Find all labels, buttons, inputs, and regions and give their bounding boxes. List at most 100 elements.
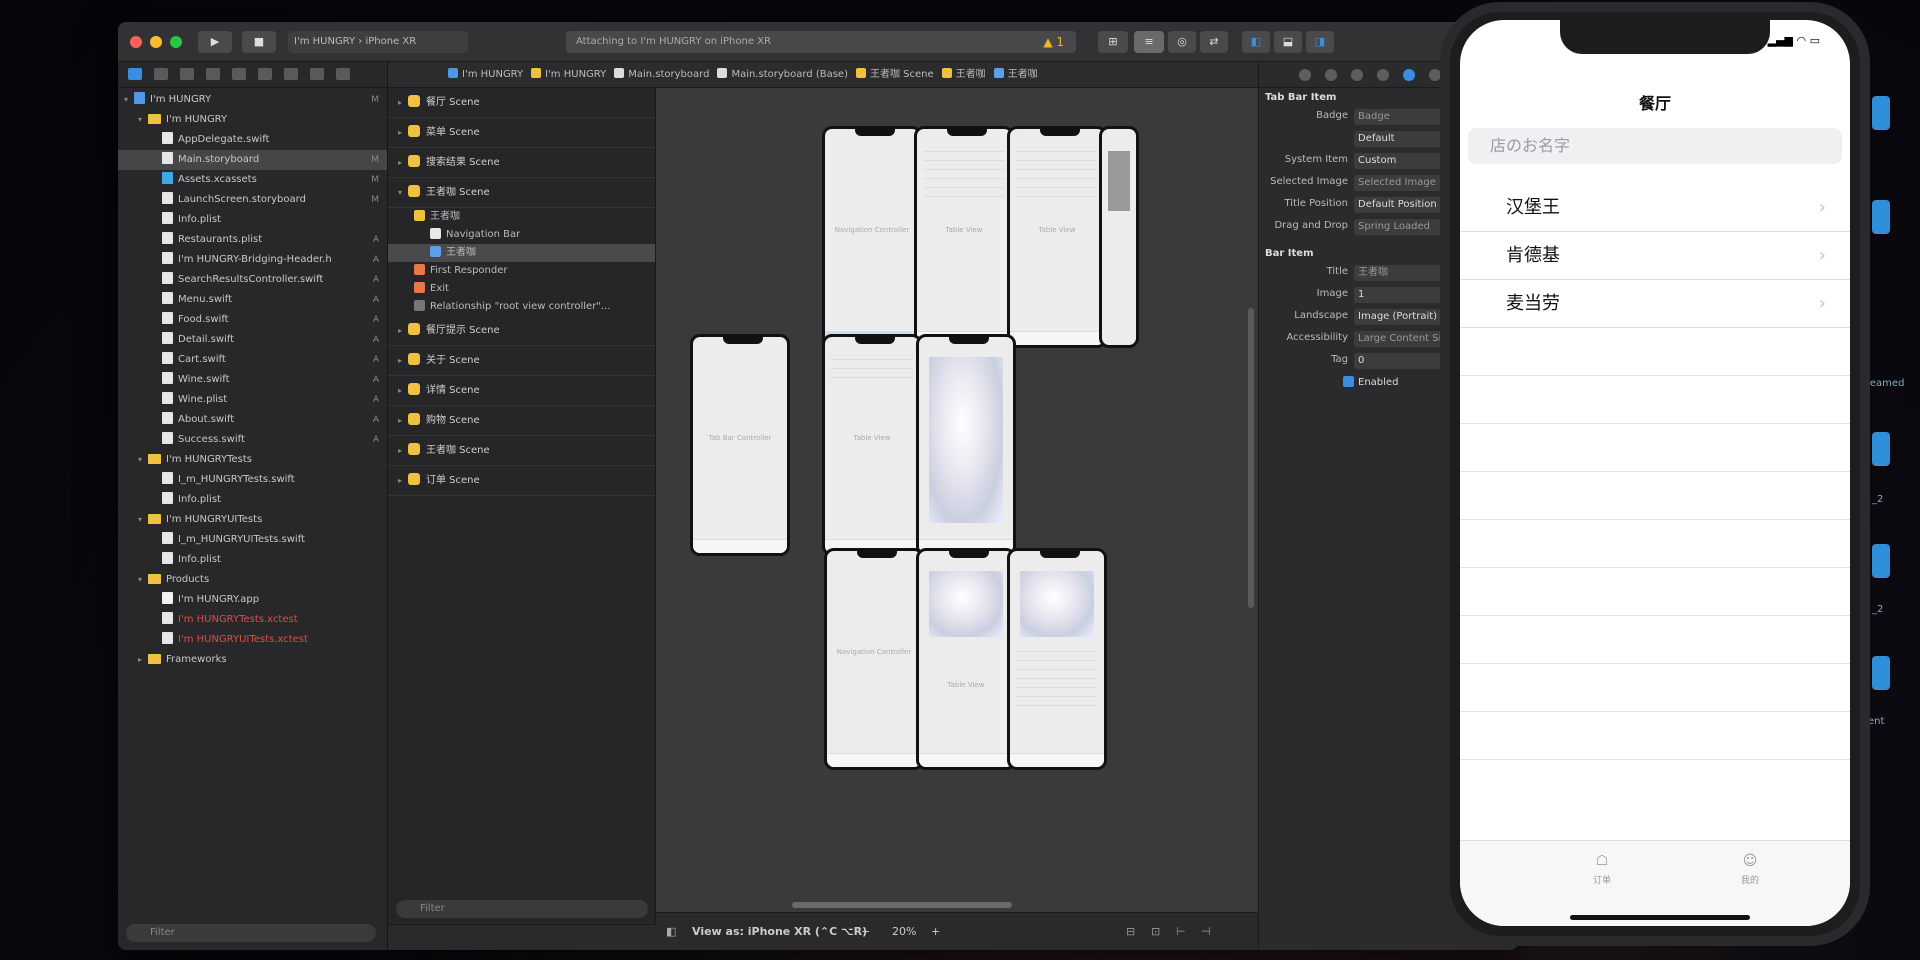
enabled-checkbox[interactable] — [1343, 376, 1354, 387]
scene-item[interactable]: ▸ 购物 Scene — [388, 406, 655, 436]
toggle-inspector-button[interactable]: ◨ — [1306, 31, 1334, 53]
about-scene[interactable] — [916, 334, 1016, 556]
restaurant-scene[interactable]: Table View — [822, 334, 922, 556]
close-window-button[interactable] — [130, 36, 142, 48]
breadcrumb-item[interactable]: 王者咖 — [993, 62, 1038, 87]
breadcrumb-item[interactable]: I'm HUNGRY — [448, 62, 523, 87]
file-tree-item[interactable]: I'm HUNGRY.app — [118, 590, 387, 610]
tab-orders[interactable]: ☖ 订单 — [1562, 853, 1642, 886]
breadcrumb-item[interactable]: I'm HUNGRY — [531, 62, 606, 87]
partial-scene[interactable] — [1099, 126, 1139, 348]
file-tree-item[interactable]: Success.swift A — [118, 430, 387, 450]
breadcrumb-item[interactable]: 王者咖 — [941, 62, 986, 87]
zoom-out-button[interactable]: − — [861, 913, 870, 950]
stop-button[interactable]: ■ — [242, 31, 276, 53]
disclosure-triangle-icon[interactable]: ▾ — [138, 110, 148, 130]
pin-icon[interactable]: ⊢ — [1176, 913, 1186, 950]
history-icon[interactable] — [1325, 69, 1337, 81]
attributes-icon[interactable] — [1403, 69, 1415, 81]
outline-item[interactable]: Navigation Bar — [388, 226, 655, 244]
vertical-scrollbar[interactable] — [1248, 308, 1254, 608]
disclosure-triangle-icon[interactable]: ▸ — [398, 148, 408, 178]
outline-item[interactable]: Exit — [388, 280, 655, 298]
breadcrumb-item[interactable]: Main.storyboard (Base) — [717, 62, 848, 87]
file-tree-item[interactable]: Main.storyboard M — [118, 150, 387, 170]
wine-scene[interactable] — [1007, 548, 1107, 770]
scene-item[interactable]: ▸ 菜单 Scene — [388, 118, 655, 148]
breadcrumb-item[interactable]: Main.storyboard — [614, 62, 709, 87]
file-tree-item[interactable]: Wine.plist A — [118, 390, 387, 410]
disclosure-triangle-icon[interactable]: ▸ — [398, 118, 408, 148]
file-tree-item[interactable]: ▾ I'm HUNGRYUITests — [118, 510, 387, 530]
file-tree-item[interactable]: I'm HUNGRY-Bridging-Header.h A — [118, 250, 387, 270]
outline-filter[interactable]: Filter — [396, 900, 648, 918]
scene-item[interactable]: ▸ 订单 Scene — [388, 466, 655, 496]
disclosure-triangle-icon[interactable]: ▾ — [138, 570, 148, 590]
file-tree-item[interactable]: Info.plist — [118, 550, 387, 570]
warning-icon[interactable]: ▲ 1 — [1043, 31, 1064, 53]
file-tree-item[interactable]: LaunchScreen.storyboard M — [118, 190, 387, 210]
search-results-scene[interactable]: Table View — [1007, 126, 1107, 348]
file-tree-item[interactable]: Menu.swift A — [118, 290, 387, 310]
folder-icon[interactable] — [128, 68, 142, 80]
zoom-window-button[interactable] — [170, 36, 182, 48]
disclosure-triangle-icon[interactable]: ▾ — [138, 450, 148, 470]
debug-icon[interactable] — [284, 68, 298, 80]
breakpoint-icon[interactable] — [310, 68, 324, 80]
desktop-file-icon[interactable] — [1872, 544, 1890, 578]
view-as-button[interactable]: View as: iPhone XR (⌃C ⌥R) — [692, 913, 867, 950]
embed-icon[interactable]: ⊡ — [1151, 913, 1160, 950]
file-tree-item[interactable]: Info.plist — [118, 490, 387, 510]
restaurant-row[interactable]: 麦当劳 › — [1460, 280, 1850, 328]
scene-item[interactable]: ▸ 关于 Scene — [388, 346, 655, 376]
restaurant-row[interactable]: 汉堡王 › — [1460, 184, 1850, 232]
disclosure-triangle-icon[interactable]: ▾ — [124, 90, 134, 110]
desktop-file-icon[interactable] — [1872, 96, 1890, 130]
file-tree-item[interactable]: I'm HUNGRYTests.xctest — [118, 610, 387, 630]
minimize-window-button[interactable] — [150, 36, 162, 48]
disclosure-triangle-icon[interactable]: ▸ — [398, 376, 408, 406]
disclosure-triangle-icon[interactable]: ▸ — [398, 406, 408, 436]
disclosure-triangle-icon[interactable]: ▸ — [398, 88, 408, 118]
toggle-debug-button[interactable]: ⬓ — [1274, 31, 1302, 53]
file-tree-item[interactable]: I_m_HUNGRYTests.swift — [118, 470, 387, 490]
desktop-file-icon[interactable] — [1872, 432, 1890, 466]
standard-editor-button[interactable]: ≡ — [1134, 31, 1164, 53]
disclosure-triangle-icon[interactable]: ▸ — [398, 466, 408, 496]
file-tree-item[interactable]: Detail.swift A — [118, 330, 387, 350]
nav-controller-scene[interactable]: Navigation Controller — [822, 126, 922, 348]
disclosure-triangle-icon[interactable]: ▸ — [398, 436, 408, 466]
issue-icon[interactable] — [232, 68, 246, 80]
disclosure-triangle-icon[interactable]: ▸ — [138, 650, 148, 670]
disclosure-triangle-icon[interactable]: ▸ — [398, 316, 408, 346]
outline-item[interactable]: First Responder — [388, 262, 655, 280]
file-tree-item[interactable]: Cart.swift A — [118, 350, 387, 370]
symbol-icon[interactable] — [180, 68, 194, 80]
disclosure-triangle-icon[interactable]: ▸ — [398, 346, 408, 376]
align-icon[interactable]: ⊟ — [1126, 913, 1135, 950]
menu-scene[interactable]: Table View — [914, 126, 1014, 348]
file-tree-item[interactable]: Assets.xcassets M — [118, 170, 387, 190]
sidebar-toggle-icon[interactable]: ◧ — [666, 913, 676, 950]
identity-icon[interactable] — [1377, 69, 1389, 81]
version-editor-button[interactable]: ⇄ — [1200, 31, 1228, 53]
scene-item[interactable]: ▸ 王者咖 Scene — [388, 436, 655, 466]
tab-me[interactable]: ☺ 我的 — [1710, 853, 1790, 886]
search-field[interactable]: 店のお名字 — [1468, 128, 1842, 164]
scene-item[interactable]: ▸ 餐厅提示 Scene — [388, 316, 655, 346]
disclosure-triangle-icon[interactable]: ▾ — [138, 510, 148, 530]
scene-item[interactable]: ▸ 餐厅 Scene — [388, 88, 655, 118]
order-nav-controller-scene[interactable]: Navigation Controller — [824, 548, 924, 770]
scene-item[interactable]: ▾ 王者咖 Scene — [388, 178, 655, 208]
scheme-selector[interactable]: I'm HUNGRY › iPhone XR — [288, 31, 468, 53]
outline-item[interactable]: 王者咖 — [388, 244, 655, 262]
file-tree-item[interactable]: About.swift A — [118, 410, 387, 430]
file-tree-item[interactable]: Restaurants.plist A — [118, 230, 387, 250]
navigator-filter[interactable]: Filter — [126, 924, 376, 942]
file-tree-item[interactable]: ▾ Products — [118, 570, 387, 590]
report-icon[interactable] — [336, 68, 350, 80]
horizontal-scrollbar[interactable] — [792, 902, 1012, 908]
library-button[interactable]: ⊞ — [1098, 31, 1128, 53]
disclosure-triangle-icon[interactable]: ▾ — [398, 178, 408, 208]
desktop-file-icon[interactable] — [1872, 200, 1890, 234]
